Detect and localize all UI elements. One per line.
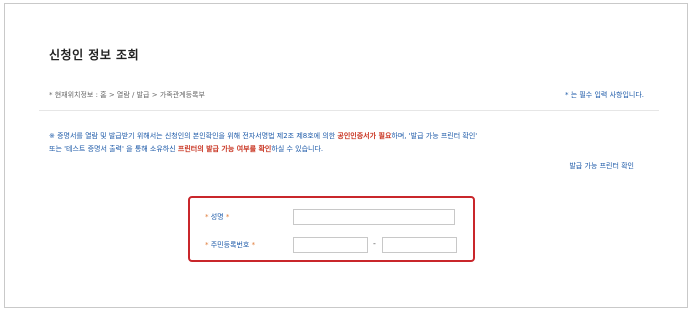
breadcrumb: * 현재위치정보 : 홈 > 열람 / 발급 > 가족관계등록부 [49, 91, 205, 99]
page-title: 신청인 정보 조회 [49, 48, 140, 62]
content-frame: 신청인 정보 조회 * 현재위치정보 : 홈 > 열람 / 발급 > 가족관계등… [4, 3, 688, 308]
notice-emphasis-printer: 프린터의 발급 가능 여부를 확인 [177, 145, 272, 153]
name-input[interactable] [293, 209, 455, 225]
rrn-back-input[interactable] [382, 237, 457, 253]
notice-part3: 하며, '발급 가능 프린터 확인' [391, 132, 478, 140]
required-star-after: * [249, 241, 256, 249]
rrn-label: * 주민등록번호 * [205, 240, 255, 250]
notice-part4: 또는 '테스트 증명서 출력' 을 통해 소유하신 [49, 145, 178, 153]
printer-check-link[interactable]: 발급 가능 프린터 확인 [569, 161, 634, 171]
notice-emphasis-certificate: 공인인증서가 필요 [337, 132, 392, 140]
name-row: * 성명 * [190, 208, 473, 228]
rrn-front-input[interactable] [293, 237, 368, 253]
required-star-after: * [223, 213, 230, 221]
name-label: * 성명 * [205, 212, 229, 222]
notice-text: ※ 증명서를 열람 및 발급받기 위해서는 신청인의 본인확인을 위해 전자서명… [49, 130, 669, 156]
required-note: * 는 필수 입력 사항입니다. [564, 91, 644, 99]
applicant-form: * 성명 * * 주민등록번호 * - [188, 196, 475, 262]
divider [39, 110, 659, 111]
notice-part1: ※ 증명서를 열람 및 발급받기 위해서는 신청인의 본인확인을 위해 전자서명… [49, 132, 338, 140]
rrn-separator: - [373, 239, 376, 248]
rrn-label-text: 주민등록번호 [210, 241, 250, 249]
notice-part6: 하실 수 있습니다. [271, 145, 324, 153]
rrn-row: * 주민등록번호 * - [190, 236, 473, 256]
name-label-text: 성명 [210, 213, 224, 221]
